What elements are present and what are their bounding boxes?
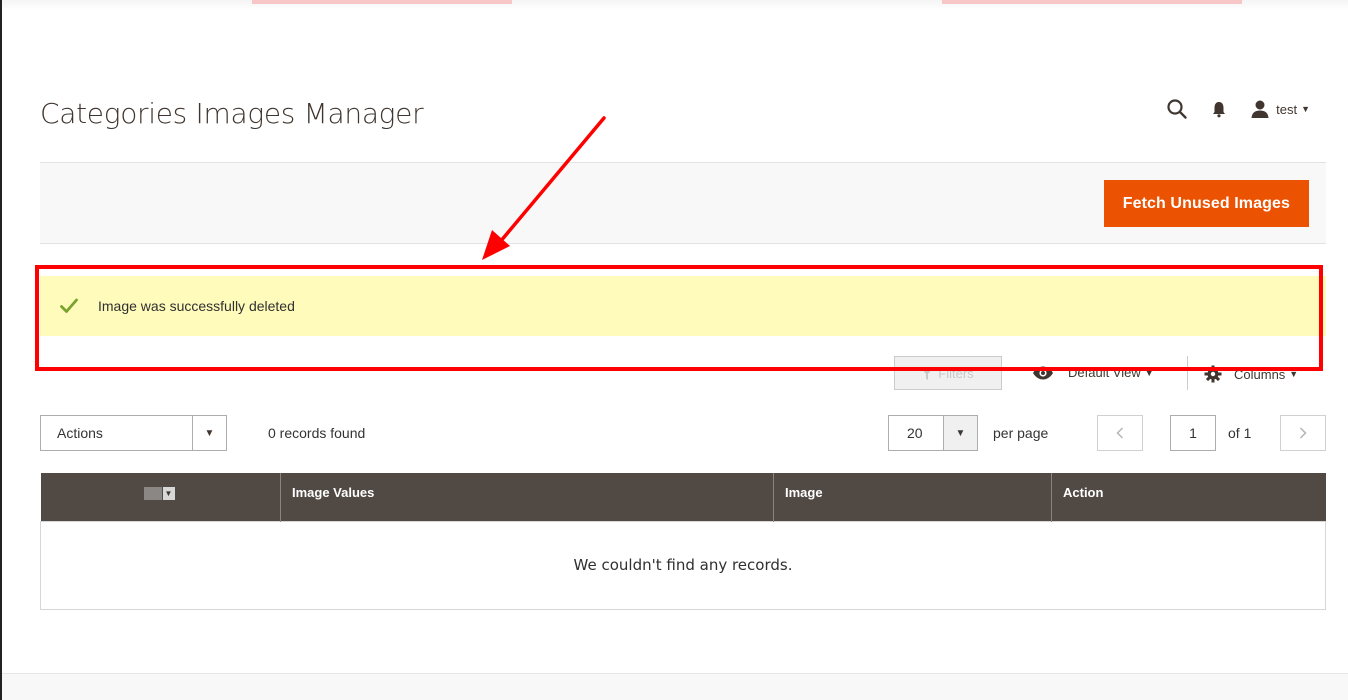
top-strip-deco bbox=[942, 0, 1242, 4]
per-page-select[interactable]: 20 ▼ bbox=[888, 415, 978, 451]
empty-message: We couldn't find any records. bbox=[40, 520, 1326, 610]
default-view-dropdown[interactable]: Default View ▼ bbox=[1032, 365, 1154, 380]
column-header-action[interactable]: Action bbox=[1051, 473, 1326, 521]
current-page-input[interactable] bbox=[1170, 415, 1216, 451]
page-actions-bar: Fetch Unused Images bbox=[40, 162, 1326, 244]
data-grid: ▼ Image Values Image Action We couldn't … bbox=[40, 473, 1326, 610]
chevron-down-icon: ▼ bbox=[162, 487, 175, 500]
mass-select-column: ▼ bbox=[40, 473, 281, 521]
column-header-image[interactable]: Image bbox=[773, 473, 1052, 521]
fetch-unused-images-button[interactable]: Fetch Unused Images bbox=[1103, 180, 1309, 227]
mass-select-toggle[interactable]: ▼ bbox=[143, 487, 175, 500]
records-found: 0 records found bbox=[268, 425, 366, 441]
chevron-down-icon: ▼ bbox=[1289, 369, 1299, 379]
grid-toolbar-bottom: Actions ▼ 0 records found 20 ▼ per page … bbox=[40, 415, 1326, 451]
chevron-down-icon: ▼ bbox=[192, 416, 226, 450]
chevron-right-icon bbox=[1299, 427, 1307, 439]
bell-icon[interactable] bbox=[1210, 100, 1228, 118]
chevron-down-icon: ▼ bbox=[1301, 104, 1310, 114]
check-icon bbox=[60, 298, 78, 314]
filters-button[interactable]: Filters bbox=[894, 356, 1002, 390]
top-strip-deco bbox=[252, 0, 512, 4]
next-page-button[interactable] bbox=[1280, 415, 1326, 451]
mass-actions-select[interactable]: Actions ▼ bbox=[40, 415, 227, 451]
toolbar-divider bbox=[1187, 356, 1188, 390]
top-strip bbox=[2, 0, 1348, 10]
columns-dropdown[interactable]: Columns ▼ bbox=[1204, 365, 1298, 383]
actions-label: Actions bbox=[57, 425, 103, 441]
view-label: Default View bbox=[1068, 365, 1141, 380]
funnel-icon bbox=[922, 368, 933, 380]
column-header-image-values[interactable]: Image Values bbox=[280, 473, 774, 521]
header-actions: test ▼ bbox=[1166, 98, 1310, 120]
message-text: Image was successfully deleted bbox=[98, 298, 295, 314]
chevron-down-icon: ▼ bbox=[1144, 367, 1154, 378]
gear-icon bbox=[1204, 365, 1222, 383]
grid-header-row: ▼ Image Values Image Action bbox=[40, 473, 1326, 521]
per-page-label: per page bbox=[993, 425, 1049, 441]
eye-icon bbox=[1032, 366, 1054, 380]
user-icon bbox=[1250, 99, 1270, 119]
checkbox-icon bbox=[143, 487, 162, 500]
user-menu[interactable]: test ▼ bbox=[1250, 99, 1310, 119]
user-name: test bbox=[1276, 101, 1298, 117]
per-page-value: 20 bbox=[907, 425, 923, 441]
search-icon[interactable] bbox=[1166, 98, 1188, 120]
page-title: Categories Images Manager bbox=[40, 97, 424, 130]
chevron-left-icon bbox=[1116, 427, 1124, 439]
previous-page-button[interactable] bbox=[1097, 415, 1143, 451]
page-total: of 1 bbox=[1228, 425, 1252, 441]
filters-label: Filters bbox=[938, 365, 974, 381]
empty-row: We couldn't find any records. bbox=[40, 520, 1326, 610]
columns-label: Columns bbox=[1234, 366, 1286, 382]
grid-toolbar-top: Filters Default View ▼ Columns ▼ bbox=[40, 356, 1326, 394]
footer-band bbox=[2, 673, 1348, 700]
success-message: Image was successfully deleted bbox=[40, 276, 1326, 336]
window-left-border bbox=[0, 0, 2, 700]
chevron-down-icon: ▼ bbox=[943, 416, 977, 450]
